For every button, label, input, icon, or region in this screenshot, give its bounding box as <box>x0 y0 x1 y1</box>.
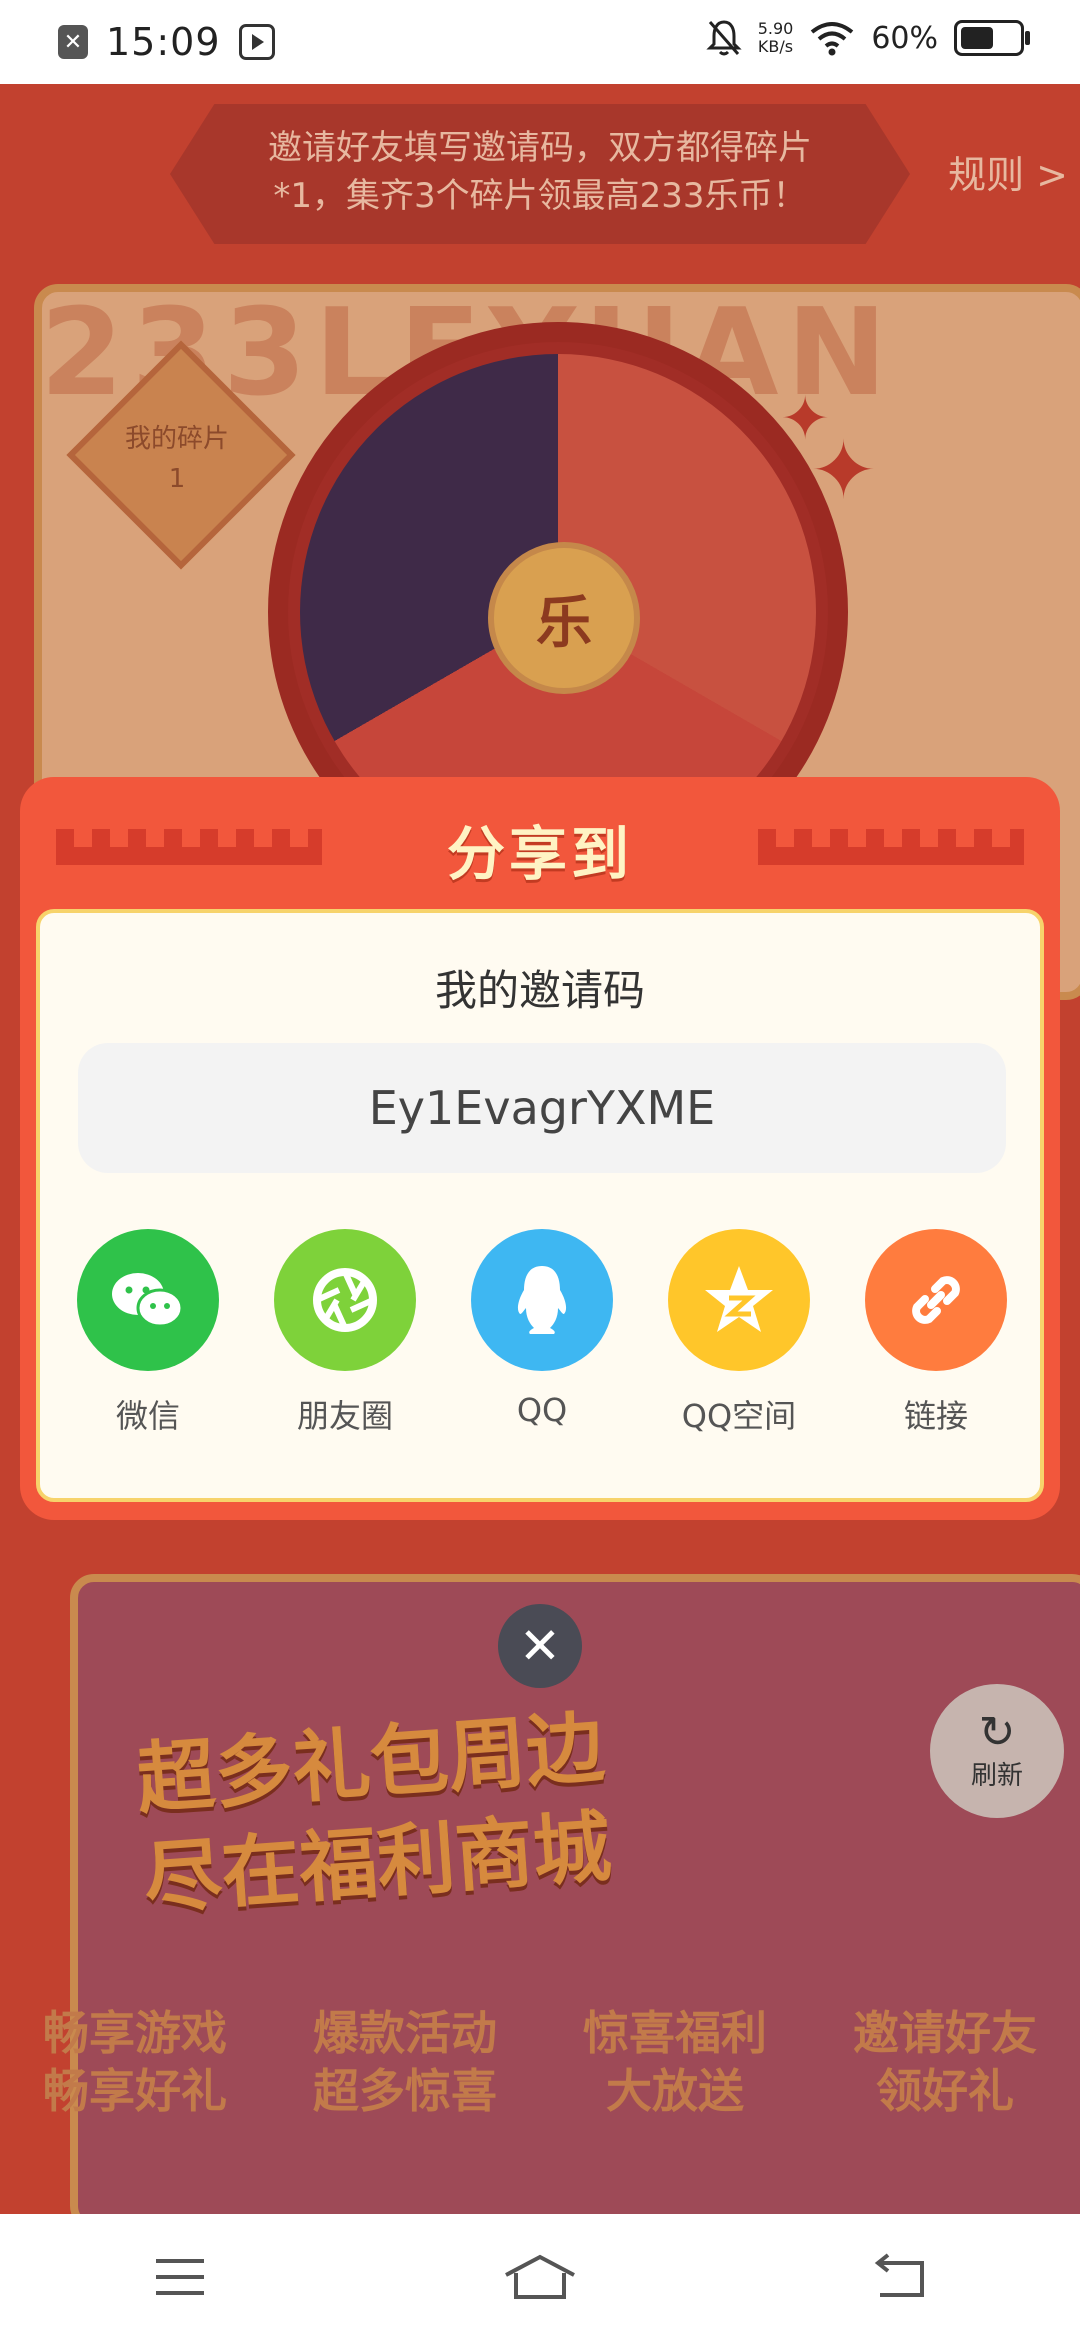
mute-bell-icon <box>706 20 742 56</box>
net-speed: 5.90 KB/s <box>758 20 794 56</box>
refresh-label: 刷新 <box>970 1760 1023 1791</box>
menu-button[interactable] <box>130 2247 230 2307</box>
sparkle-icon: ✦ <box>810 424 878 517</box>
home-button[interactable] <box>490 2247 590 2307</box>
net-speed-unit: KB/s <box>757 37 794 56</box>
share-link-button[interactable]: 链接 <box>865 1229 1007 1437</box>
moments-icon[interactable] <box>274 1229 416 1371</box>
battery-icon <box>954 20 1030 56</box>
wechat-icon[interactable] <box>77 1229 219 1371</box>
close-modal-button[interactable]: ✕ <box>498 1604 582 1688</box>
share-options: 微信 朋友圈 QQ QQ空间 链接 <box>77 1229 1007 1437</box>
wheel-center: 乐 <box>488 542 640 694</box>
feature-line-2: 大放送 <box>606 2064 744 2118</box>
share-moments-button[interactable]: 朋友圈 <box>274 1229 416 1437</box>
invite-code-field[interactable]: Ey1EvagrYXME <box>78 1043 1006 1173</box>
mall-slogan: 超多礼包周边 尽在福利商城 <box>134 1698 615 1930</box>
feature-item: 惊喜福利 大放送 <box>583 2004 767 2120</box>
feature-line-1: 惊喜福利 <box>583 2006 767 2060</box>
back-button[interactable] <box>850 2247 950 2307</box>
qq-icon[interactable] <box>471 1229 613 1371</box>
feature-line-1: 畅享游戏 <box>43 2006 227 2060</box>
share-wechat-button[interactable]: 微信 <box>77 1229 219 1437</box>
rules-link[interactable]: 规则 > <box>948 144 1068 199</box>
share-label: QQ <box>516 1391 568 1429</box>
share-qq-button[interactable]: QQ <box>471 1229 613 1437</box>
close-box-icon: ✕ <box>58 25 88 59</box>
share-label: QQ空间 <box>681 1397 797 1435</box>
feature-item: 畅享游戏 畅享好礼 <box>43 2004 227 2120</box>
modal-panel: 我的邀请码 Ey1EvagrYXME 微信 朋友圈 QQ QQ空间 链接 <box>36 909 1044 1502</box>
feature-item: 邀请好友 领好礼 <box>853 2004 1037 2120</box>
feature-line-2: 畅享好礼 <box>43 2064 227 2118</box>
link-icon[interactable] <box>865 1229 1007 1371</box>
battery-percent: 60% <box>871 20 938 56</box>
battery-level <box>961 27 993 49</box>
modal-title: 分享到 <box>446 820 633 888</box>
share-modal: 分享到 我的邀请码 Ey1EvagrYXME 微信 朋友圈 QQ QQ空间 链接 <box>20 777 1060 1520</box>
feature-line-2: 超多惊喜 <box>313 2064 497 2118</box>
refresh-icon: ↻ <box>978 1706 1016 1758</box>
status-bar: ✕ 15:09 5.90 KB/s 60% <box>0 0 1080 84</box>
share-label: 微信 <box>115 1397 180 1435</box>
play-icon <box>238 24 275 60</box>
close-icon: ✕ <box>519 1617 561 1675</box>
feature-line-1: 邀请好友 <box>853 2006 1037 2060</box>
net-speed-value: 5.90 <box>757 19 794 38</box>
invite-code-label: 我的邀请码 <box>434 966 645 1015</box>
feature-line-2: 领好礼 <box>876 2064 1014 2118</box>
refresh-button[interactable]: ↻ 刷新 <box>930 1684 1064 1818</box>
share-label: 朋友圈 <box>296 1397 393 1435</box>
share-label: 链接 <box>903 1397 968 1435</box>
share-qzone-button[interactable]: QQ空间 <box>668 1229 810 1437</box>
qzone-icon[interactable] <box>668 1229 810 1371</box>
feature-line-1: 爆款活动 <box>313 2006 497 2060</box>
banner-text: 邀请好友填写邀请码，双方都得碎片 *1，集齐3个碎片领最高233乐币！ <box>170 124 910 220</box>
feature-row: 畅享游戏 畅享好礼 爆款活动 超多惊喜 惊喜福利 大放送 邀请好友 领好礼 <box>0 2004 1080 2120</box>
navigation-bar <box>0 2214 1080 2340</box>
piece-count: 1 <box>168 464 186 494</box>
banner-line-2: *1，集齐3个碎片领最高233乐币！ <box>273 176 807 216</box>
wifi-icon <box>811 22 854 56</box>
menu-icon <box>156 2259 204 2295</box>
piece-counter: 我的碎片 1 <box>88 419 266 499</box>
back-icon <box>874 2253 924 2297</box>
home-icon <box>505 2254 575 2299</box>
status-time: 15:09 <box>106 20 221 64</box>
piece-label: 我的碎片 <box>124 424 229 454</box>
feature-item: 爆款活动 超多惊喜 <box>313 2004 497 2120</box>
banner-line-1: 邀请好友填写邀请码，双方都得碎片 <box>268 128 812 168</box>
